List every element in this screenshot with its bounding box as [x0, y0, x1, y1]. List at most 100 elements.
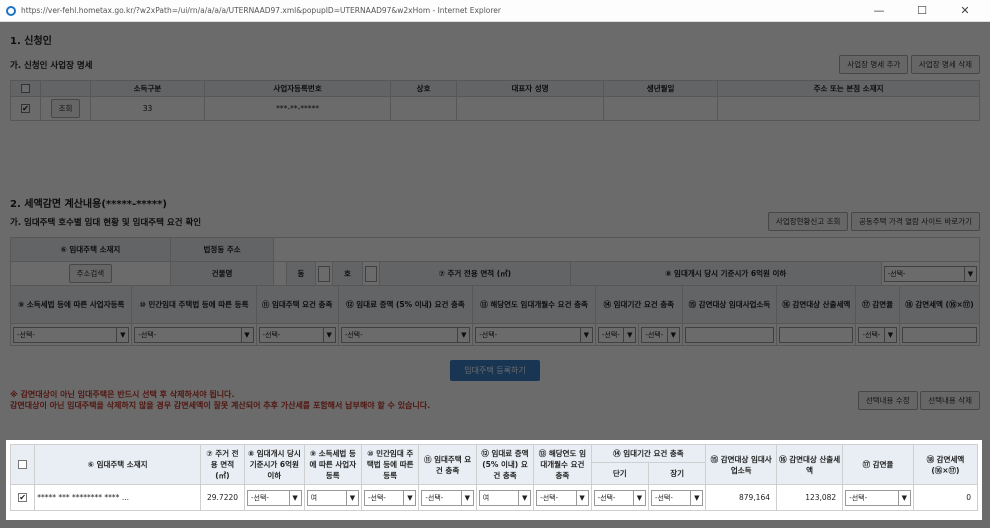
grid-col-register: ⑩ 민간임대 주택법 등에 따른 등록 — [360, 444, 420, 485]
grid-register-select[interactable]: -선택- ▼ — [364, 489, 417, 506]
ho-label: 호 — [332, 261, 363, 286]
bizno-value: ***-**-***** — [203, 96, 392, 121]
select-all-checkbox[interactable] — [21, 84, 30, 94]
rental-grid: ⑥ 임대주택 소재지 ⑦ 주거 전용 면적 (㎡) ⑧ 임대개시 당시 기준시가… — [9, 444, 979, 511]
chevron-down-icon: ▼ — [666, 327, 679, 342]
table-row: ✔ 조회 33 ***-**-***** — [10, 96, 980, 121]
building-label: 건물명 — [169, 261, 275, 286]
rental-grid-panel: ⑥ 임대주택 소재지 ⑦ 주거 전용 면적 (㎡) ⑧ 임대개시 당시 기준시가… — [6, 440, 982, 520]
short-term-select[interactable]: -선택- ▼ — [597, 326, 637, 343]
delete-workplace-button[interactable]: 사업장 명세 삭제 — [910, 55, 980, 74]
col-address: 주소 또는 본점 소재지 — [717, 80, 980, 97]
minimize-button[interactable]: — — [860, 4, 898, 17]
edit-selection-button[interactable]: 선택내용 수정 — [857, 390, 918, 410]
req-14-label: ⑭ 임대기간 요건 충족 — [594, 285, 683, 324]
price-select[interactable]: -선택- ▼ — [883, 265, 977, 282]
section-1-subtitle: 가. 신청인 사업장 명세 — [10, 60, 93, 71]
grid-col-reduce: ⑱ 감면세액 (⑯×⑰) — [912, 444, 979, 485]
income-input[interactable] — [684, 326, 775, 343]
grid-rate-select[interactable]: -선택- ▼ — [845, 489, 911, 506]
grid-price-select[interactable]: -선택- ▼ — [247, 489, 302, 506]
grid-col-short: 단기 — [590, 462, 649, 485]
maximize-button[interactable]: ☐ — [903, 4, 941, 17]
section-2-subtitle: 가. 임대주택 호수별 임대 현황 및 임대주택 요건 확인 — [10, 217, 202, 228]
grid-income: 879,164 — [705, 484, 777, 511]
warning-line-2: 감면대상이 아닌 임대주택을 삭제하지 않을 경우 감면세액이 잘못 계산되어 … — [10, 401, 431, 410]
income-type-value: 33 — [90, 96, 205, 121]
rental-input-table: ⑥ 임대주택 소재지 법정동 주소 주소검색 건물명 동 호 ⑦ 주거 전용 면… — [10, 237, 981, 286]
req-13-label: ⑬ 해당연도 임대개월수 요건 충족 — [472, 285, 596, 324]
grid-col-tax: ⑯ 감면대상 산출세액 — [775, 444, 844, 485]
req-11-label: ⑪ 임대주택 요건 충족 — [255, 285, 339, 324]
req-11-select[interactable]: -선택- ▼ — [258, 326, 336, 343]
chevron-down-icon: ▼ — [403, 490, 415, 505]
chevron-down-icon: ▼ — [460, 490, 473, 505]
chevron-down-icon: ▼ — [288, 490, 301, 505]
grid-col-price: ⑧ 임대개시 당시 기준시가 6억원 이하 — [244, 444, 305, 485]
window-title: https://ver-fehl.hometax.go.kr/?w2xPath=… — [21, 6, 501, 15]
req-9-select[interactable]: -선택- ▼ — [13, 326, 130, 343]
chevron-down-icon: ▼ — [575, 490, 588, 505]
grid-col-bizreg: ⑨ 소득세법 등에 따른 사업자등록 — [303, 444, 363, 485]
add-workplace-button[interactable]: 사업장 명세 추가 — [839, 55, 909, 74]
price-site-button[interactable]: 공동주택 가격 열람 사이트 바로가기 — [850, 212, 980, 231]
chevron-down-icon: ▼ — [964, 266, 976, 281]
grid-col-period: ⑭ 임대기간 요건 충족 — [590, 444, 707, 463]
table-row[interactable]: ✔ ***** *** ******** **** ... 29.7220 -선… — [9, 484, 979, 511]
grid-months-select[interactable]: -선택- ▼ — [536, 489, 589, 506]
chevron-down-icon: ▼ — [116, 327, 128, 342]
grid-row-checkbox[interactable]: ✔ — [18, 493, 28, 503]
req-9-label: ⑨ 소득세법 등에 따른 사업자등록 — [9, 285, 133, 324]
chevron-down-icon: ▼ — [883, 327, 896, 342]
report-lookup-button[interactable]: 사업장현황신고 조회 — [767, 212, 849, 231]
chevron-down-icon: ▼ — [457, 327, 469, 342]
grid-select-all-checkbox[interactable] — [18, 460, 28, 470]
ie-logo-icon — [6, 5, 16, 16]
reduce-input[interactable] — [901, 326, 977, 343]
dong-input[interactable] — [318, 265, 331, 282]
grid-col-area: ⑦ 주거 전용 면적 (㎡) — [199, 444, 246, 485]
section-1-title: 1. 신청인 — [10, 36, 52, 47]
chevron-down-icon: ▼ — [322, 327, 335, 342]
lookup-button[interactable]: 조회 — [50, 99, 81, 118]
delete-selection-button[interactable]: 선택내용 삭제 — [920, 390, 980, 410]
grid-address: ***** *** ******** **** ... — [34, 484, 201, 511]
grid-col-income: ⑮ 감면대상 임대사업소득 — [705, 444, 777, 485]
grid-long-select[interactable]: -선택- ▼ — [650, 489, 704, 506]
dong-label: 동 — [285, 261, 317, 286]
req-17-label: ⑰ 감면율 — [855, 285, 900, 324]
area-label: ⑦ 주거 전용 면적 (㎡) — [378, 261, 571, 286]
col-income-type: 소득구분 — [90, 80, 205, 97]
row-checkbox[interactable]: ✔ — [21, 104, 30, 114]
grid-col-long: 장기 — [647, 462, 707, 485]
register-rental-button[interactable]: 임대주택 등록하기 — [450, 360, 540, 381]
rate-select[interactable]: -선택- ▼ — [858, 326, 897, 343]
ho-input[interactable] — [364, 265, 377, 282]
req-15-label: ⑮ 감면대상 임대사업소득 — [681, 285, 778, 324]
grid-col-rate: ⑰ 감면율 — [842, 444, 914, 485]
grid-rentinc-select[interactable]: 여 ▼ — [478, 489, 532, 506]
close-button[interactable]: ✕ — [946, 4, 984, 17]
grid-short-select[interactable]: -선택- ▼ — [593, 489, 646, 506]
grid-area: 29.7220 — [199, 484, 246, 511]
grid-bizreg-select[interactable]: 여 ▼ — [306, 489, 359, 506]
req-12-select[interactable]: -선택- ▼ — [340, 326, 471, 343]
req-12-label: ⑫ 임대료 증액 (5% 이내) 요건 충족 — [337, 285, 474, 324]
req-13-select[interactable]: -선택- ▼ — [475, 326, 593, 343]
address-search-button[interactable]: 주소검색 — [68, 264, 113, 283]
tax-input[interactable] — [779, 326, 854, 343]
chevron-down-icon: ▼ — [632, 490, 645, 505]
chevron-down-icon: ▼ — [579, 327, 592, 342]
grid-tax: 123,082 — [775, 484, 844, 511]
col-birth: 생년월일 — [603, 80, 719, 97]
grid-req-select[interactable]: -선택- ▼ — [421, 489, 474, 506]
address-label: ⑥ 임대주택 소재지 — [10, 237, 171, 262]
workplace-table: 소득구분 사업자등록번호 상호 대표자 성명 생년월일 주소 또는 본점 소재지… — [10, 80, 980, 121]
col-company: 상호 — [390, 80, 457, 97]
grid-col-address: ⑥ 임대주택 소재지 — [34, 444, 201, 485]
col-rep-name: 대표자 성명 — [455, 80, 605, 97]
req-16-label: ⑯ 감면대상 산출세액 — [776, 285, 857, 324]
long-term-select[interactable]: -선택- ▼ — [641, 326, 680, 343]
grid-col-months: ⑬ 해당연도 임대개월수 요건 충족 — [533, 444, 592, 485]
req-10-select[interactable]: -선택- ▼ — [134, 326, 254, 343]
